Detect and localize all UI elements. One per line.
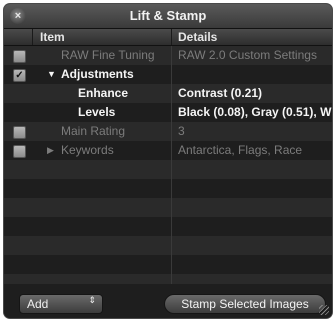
table-row[interactable]: Main Rating 3	[4, 122, 332, 141]
row-checkbox[interactable]	[13, 50, 26, 63]
check-icon: ✓	[15, 70, 24, 81]
row-checkbox[interactable]	[13, 145, 26, 158]
row-details: 3	[178, 124, 185, 138]
row-item-label: Adjustments	[61, 67, 134, 81]
row-details: Contrast (0.21)	[178, 86, 263, 100]
title-bar[interactable]: × Lift & Stamp	[4, 4, 332, 29]
empty-row	[4, 179, 332, 198]
empty-row	[4, 198, 332, 217]
column-header-item[interactable]: Item	[40, 30, 65, 44]
header-separator	[32, 29, 33, 45]
table-row[interactable]: Enhance Contrast (0.21)	[4, 84, 332, 103]
popup-arrows-icon: ⇕	[88, 295, 96, 305]
row-item-label: RAW Fine Tuning	[61, 48, 155, 62]
empty-row	[4, 160, 332, 179]
add-label: Add	[27, 297, 49, 311]
empty-row	[4, 236, 332, 255]
header-separator	[171, 29, 172, 45]
row-item-label: Levels	[78, 105, 116, 119]
disclosure-open-icon[interactable]: ▼	[47, 65, 56, 84]
table-row[interactable]: Levels Black (0.08), Gray (0.51), W	[4, 103, 332, 122]
empty-row	[4, 217, 332, 236]
empty-row	[4, 255, 332, 274]
table-row[interactable]: ✓ ▼ Adjustments	[4, 65, 332, 84]
row-details: Black (0.08), Gray (0.51), W	[178, 105, 332, 119]
row-item-label: Enhance	[78, 86, 129, 100]
empty-row	[4, 274, 332, 284]
footer-bar: Add ⇕ Stamp Selected Images	[4, 284, 332, 318]
column-separator	[171, 46, 172, 284]
row-item-label: Keywords	[61, 143, 114, 157]
row-details: Antarctica, Flags, Race	[178, 143, 303, 157]
lift-stamp-window: × Lift & Stamp Item Details RAW Fine Tun…	[4, 4, 332, 318]
column-header-details[interactable]: Details	[178, 30, 217, 44]
row-details: RAW 2.0 Custom Settings	[178, 48, 317, 62]
window-title: Lift & Stamp	[129, 8, 207, 23]
table-row[interactable]: ▶ Keywords Antarctica, Flags, Race	[4, 141, 332, 160]
row-checkbox[interactable]	[13, 126, 26, 139]
lift-items-table: RAW Fine Tuning RAW 2.0 Custom Settings ✓ ▼…	[4, 46, 332, 284]
stamp-selected-images-button[interactable]: Stamp Selected Images	[164, 294, 326, 314]
disclosure-closed-icon[interactable]: ▶	[47, 141, 54, 160]
row-checkbox[interactable]: ✓	[13, 69, 26, 82]
table-header: Item Details	[4, 29, 332, 46]
resize-grip-icon[interactable]	[319, 305, 329, 315]
row-item-label: Main Rating	[61, 124, 126, 138]
table-row[interactable]: RAW Fine Tuning RAW 2.0 Custom Settings	[4, 46, 332, 65]
add-popup-button[interactable]: Add ⇕	[19, 294, 103, 314]
